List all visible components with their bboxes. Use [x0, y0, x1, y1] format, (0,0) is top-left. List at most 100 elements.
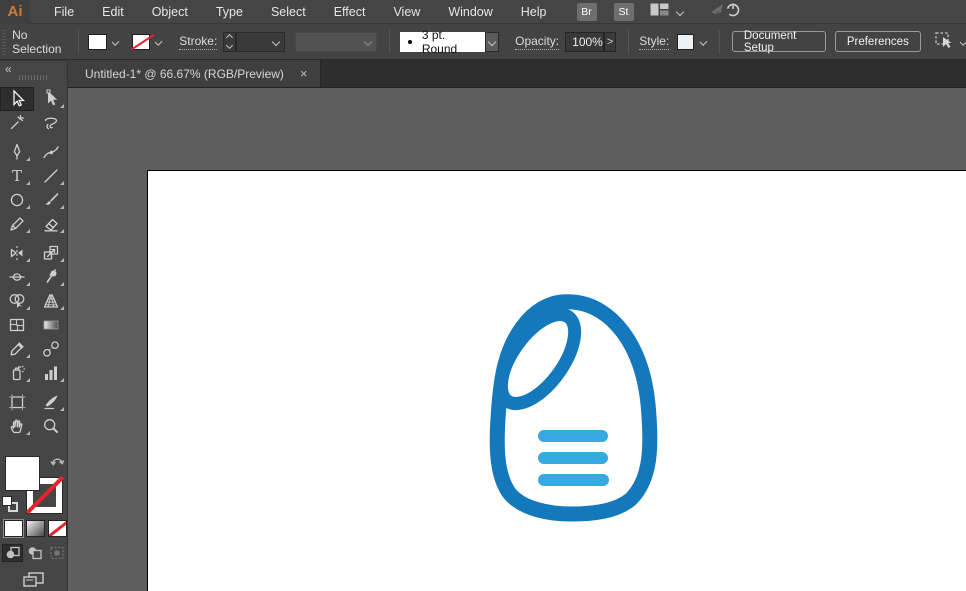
tab-close-icon[interactable]: × [300, 67, 308, 80]
reflect-tool[interactable] [0, 241, 34, 265]
curvature-tool[interactable] [34, 140, 68, 164]
column-graph-tool-icon [45, 366, 57, 380]
mesh-tool[interactable] [0, 313, 34, 337]
opacity-more-button[interactable]: > [603, 31, 617, 52]
stroke-weight-label[interactable]: Stroke: [179, 34, 218, 50]
menu-edit[interactable]: Edit [88, 0, 138, 24]
flyout-indicator [60, 378, 64, 382]
blend-tool[interactable] [34, 337, 68, 361]
tools-panel: « T [0, 60, 68, 591]
select-similar-icon[interactable] [933, 31, 955, 52]
bottle-logo-artwork[interactable] [481, 289, 671, 529]
menu-type[interactable]: Type [202, 0, 257, 24]
flyout-indicator [60, 258, 64, 262]
opacity-field[interactable]: 100% [565, 31, 604, 52]
ellipse-tool-icon [10, 193, 24, 207]
gradient-tool[interactable] [34, 313, 68, 337]
panel-collapse-icon[interactable]: « [5, 62, 12, 76]
width-tool[interactable] [0, 265, 34, 289]
puppet-warp-tool[interactable] [34, 265, 68, 289]
screen-mode-button[interactable] [22, 571, 46, 591]
gradient-button[interactable] [26, 520, 45, 537]
stroke-color-swatch[interactable] [131, 33, 151, 50]
perspective-grid-tool[interactable] [34, 289, 68, 313]
hand-tool-icon [10, 419, 23, 434]
swap-fill-stroke-icon[interactable] [50, 454, 65, 472]
zoom-tool[interactable] [34, 414, 68, 438]
scale-tool[interactable] [34, 241, 68, 265]
draw-normal-button[interactable] [2, 544, 23, 562]
opacity-label[interactable]: Opacity: [515, 34, 560, 50]
brush-dropdown-chevron[interactable] [484, 31, 500, 52]
slice-tool[interactable] [34, 390, 68, 414]
default-fill-stroke-icon[interactable] [2, 496, 18, 512]
magic-wand-tool[interactable] [0, 111, 34, 135]
none-button[interactable] [48, 520, 67, 537]
brushes-panel-button[interactable]: Br [576, 2, 597, 21]
selection-tool[interactable] [0, 87, 34, 111]
fill-color-swatch[interactable] [88, 33, 107, 50]
lasso-tool[interactable] [34, 111, 68, 135]
slice-tool-icon [44, 395, 58, 410]
document-setup-button[interactable]: Document Setup [731, 30, 826, 54]
graphic-styles-panel-button[interactable]: St [613, 2, 634, 21]
ellipse-tool[interactable] [0, 188, 34, 212]
selection-status: No Selection [12, 27, 62, 56]
menu-effect[interactable]: Effect [320, 0, 380, 24]
style-swatch[interactable] [677, 33, 694, 50]
artboard[interactable] [147, 170, 966, 591]
brush-definition-dropdown[interactable]: 3 pt. Round [400, 28, 485, 56]
flyout-indicator [26, 205, 30, 209]
menu-help[interactable]: Help [507, 0, 561, 24]
artboard-tool-icon [9, 394, 26, 411]
fill-chevron-icon[interactable] [111, 37, 120, 46]
flyout-indicator [26, 181, 30, 185]
select-similar-chevron-icon[interactable] [959, 37, 966, 46]
label-bar-3 [538, 474, 609, 486]
preferences-button[interactable]: Preferences [834, 31, 921, 52]
menu-file[interactable]: File [40, 0, 88, 24]
shape-builder-tool[interactable] [0, 289, 34, 313]
app-logo: Ai [0, 0, 30, 24]
style-label[interactable]: Style: [639, 34, 670, 50]
artboard-tool[interactable] [0, 390, 34, 414]
symbol-sprayer-tool[interactable] [0, 361, 34, 385]
rocket-power-icon[interactable] [709, 0, 743, 23]
menu-window[interactable]: Window [434, 0, 506, 24]
brush-dot-icon [408, 39, 412, 44]
reflect-tool-icon [10, 246, 23, 260]
eraser-tool[interactable] [34, 212, 68, 236]
direct-selection-tool[interactable] [34, 87, 68, 111]
controlbar-gripper[interactable] [2, 28, 7, 55]
workspace-layout-icon[interactable] [650, 3, 669, 21]
color-button[interactable] [4, 520, 23, 537]
symbol-sprayer-tool-icon [12, 365, 26, 381]
flyout-indicator [60, 282, 64, 286]
workspace-chevron-icon[interactable] [675, 7, 684, 16]
pencil-tool[interactable] [0, 212, 34, 236]
stroke-weight-stepper[interactable] [223, 31, 236, 52]
pen-tool-icon [13, 143, 21, 160]
illustrator-window: Ai File Edit Object Type Select Effect View Win… [0, 0, 966, 591]
stroke-weight-dropdown[interactable] [235, 31, 285, 52]
panel-gripper[interactable] [19, 75, 49, 80]
document-tab[interactable]: Untitled-1* @ 66.67% (RGB/Preview) × [68, 60, 321, 87]
pen-tool[interactable] [0, 140, 34, 164]
draw-behind-button[interactable] [24, 544, 45, 562]
line-segment-tool[interactable] [34, 164, 68, 188]
flyout-indicator [26, 157, 30, 161]
fill-proxy-swatch[interactable] [5, 456, 40, 491]
drawing-mode-buttons [2, 544, 67, 562]
menu-select[interactable]: Select [257, 0, 320, 24]
column-graph-tool[interactable] [34, 361, 68, 385]
hand-tool[interactable] [0, 414, 34, 438]
paintbrush-tool[interactable] [34, 188, 68, 212]
style-chevron-icon[interactable] [699, 37, 708, 46]
menu-object[interactable]: Object [138, 0, 202, 24]
svg-text:T: T [12, 167, 22, 185]
menu-view[interactable]: View [379, 0, 434, 24]
stroke-chevron-icon[interactable] [154, 37, 163, 46]
canvas-pasteboard[interactable] [69, 89, 966, 591]
eyedropper-tool[interactable] [0, 337, 34, 361]
type-tool[interactable]: T [0, 164, 34, 188]
